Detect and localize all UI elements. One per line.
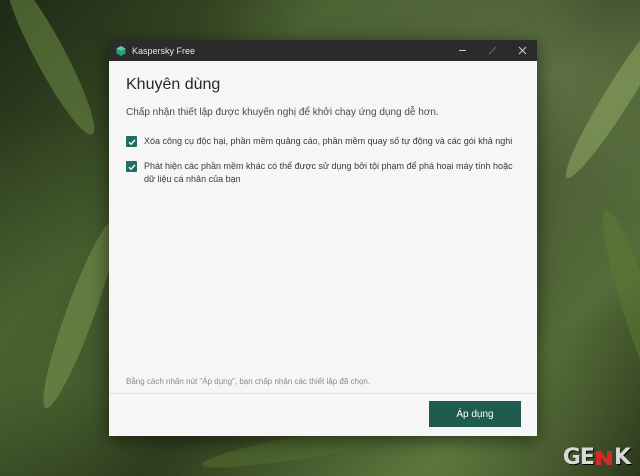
dialog-footer: Áp dụng <box>109 393 537 436</box>
remove-malware-label[interactable]: Xóa công cụ độc hại, phần mềm quảng cáo,… <box>144 135 520 148</box>
minimize-icon <box>458 50 466 51</box>
expand-icon <box>488 46 496 55</box>
apply-button[interactable]: Áp dụng <box>429 401 521 427</box>
page-subtitle: Chấp nhận thiết lập được khuyến nghị để … <box>126 107 439 118</box>
terms-note: Bằng cách nhấn nút "Áp dụng", bạn chấp n… <box>126 377 371 386</box>
window-title: Kaspersky Free <box>132 45 196 56</box>
maximize-button[interactable] <box>477 40 507 61</box>
close-icon <box>518 46 526 55</box>
background-leaf <box>0 0 106 142</box>
close-button[interactable] <box>507 40 537 61</box>
watermark-text-left: GE <box>562 445 595 470</box>
page-title: Khuyên dùng <box>126 76 221 93</box>
remove-malware-checkbox[interactable] <box>126 136 137 147</box>
dialog-content: Khuyên dùng Chấp nhận thiết lập được khu… <box>109 61 537 186</box>
detect-riskware-label[interactable]: Phát hiện các phần mềm khác có thể được … <box>144 160 520 186</box>
title-bar[interactable]: Kaspersky Free <box>109 40 537 61</box>
watermark-text-right: K <box>613 445 631 470</box>
background-leaf <box>591 205 640 425</box>
kaspersky-dialog: Kaspersky Free Khuyên dùng Chấp nhận thi… <box>109 40 537 436</box>
kaspersky-logo-icon <box>116 45 126 56</box>
genk-n-logo-icon <box>595 450 612 465</box>
genk-watermark: GE K <box>562 445 631 470</box>
background-leaf <box>555 1 640 185</box>
option-detect-riskware[interactable]: Phát hiện các phần mềm khác có thể được … <box>126 160 520 186</box>
option-remove-malware[interactable]: Xóa công cụ độc hại, phần mềm quảng cáo,… <box>126 135 520 148</box>
checkmark-icon <box>128 138 136 145</box>
minimize-button[interactable] <box>447 40 477 61</box>
detect-riskware-checkbox[interactable] <box>126 161 137 172</box>
checkmark-icon <box>128 163 136 170</box>
